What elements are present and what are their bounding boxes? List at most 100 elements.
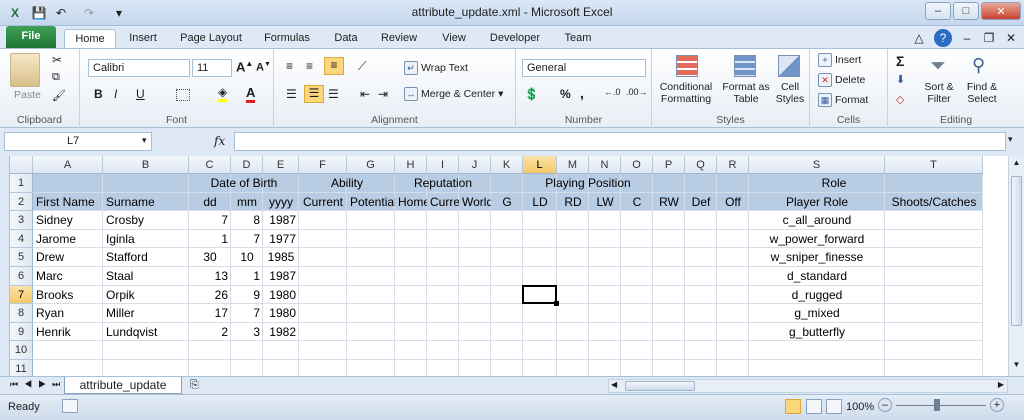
cell-mm[interactable]: 8 (231, 211, 263, 230)
column-header-i[interactable]: I (427, 156, 459, 174)
header-ability[interactable]: Ability (299, 174, 395, 193)
tab-formulas[interactable]: Formulas (258, 29, 316, 48)
column-header-f[interactable]: F (299, 156, 347, 174)
accounting-format-icon[interactable]: 💲 (524, 87, 539, 101)
cell-player-role[interactable]: c_all_around (749, 211, 885, 230)
cell-dd[interactable]: 30 (189, 248, 231, 267)
decrease-decimal-icon[interactable]: .00→ (626, 87, 648, 97)
header-reputation[interactable]: Reputation (395, 174, 491, 193)
page-break-view-icon[interactable] (826, 399, 842, 414)
merge-center-button[interactable]: ↔ Merge & Center ▾ (404, 87, 503, 101)
cell-yyyy[interactable]: 1980 (263, 304, 299, 323)
cell-first-name[interactable]: Ryan (33, 304, 103, 323)
column-header-s[interactable]: S (749, 156, 885, 174)
cell-styles-button[interactable]: Cell Styles (772, 81, 808, 105)
cell-mm[interactable]: 3 (231, 323, 263, 342)
select-all-corner[interactable] (10, 156, 33, 174)
cell-first-name[interactable]: Jarome (33, 230, 103, 249)
decrease-indent-icon[interactable]: ⇤ (360, 87, 370, 101)
expand-formula-icon[interactable]: ▾ (1008, 134, 1013, 145)
font-size-combo[interactable]: 11 (192, 59, 232, 77)
percent-button[interactable]: % (560, 87, 571, 101)
vertical-scrollbar[interactable]: ▲ ▼ (1008, 156, 1024, 376)
cell-first-name[interactable]: Brooks (33, 286, 103, 305)
header-cell[interactable]: LD (523, 193, 557, 212)
cell-surname[interactable]: Crosby (103, 211, 189, 230)
header-cell[interactable]: yyyy (263, 193, 299, 212)
column-header-q[interactable]: Q (685, 156, 717, 174)
column-header-r[interactable]: R (717, 156, 749, 174)
delete-cells-button[interactable]: ✕ Delete (818, 73, 865, 87)
row-header-1[interactable]: 1 (10, 174, 33, 193)
cell-yyyy[interactable]: 1977 (263, 230, 299, 249)
row-header-6[interactable]: 6 (10, 267, 33, 286)
column-header-e[interactable]: E (263, 156, 299, 174)
row-header-5[interactable]: 5 (10, 248, 33, 267)
tab-team[interactable]: Team (558, 29, 598, 48)
increase-indent-icon[interactable]: ⇥ (378, 87, 388, 101)
paste-icon[interactable] (10, 53, 40, 87)
insert-sheet-icon[interactable]: ⎘ (190, 379, 199, 392)
header-playing-position[interactable]: Playing Position (491, 174, 685, 193)
cell-first-name[interactable]: Marc (33, 267, 103, 286)
orientation-icon[interactable]: ⟋ (358, 59, 366, 74)
column-header-a[interactable]: A (33, 156, 103, 174)
tab-data[interactable]: Data (328, 29, 364, 48)
scroll-right-icon[interactable]: ▶ (998, 380, 1004, 389)
fill-handle[interactable] (554, 301, 559, 307)
cell-surname[interactable]: Orpik (103, 286, 189, 305)
zoom-slider[interactable] (896, 405, 986, 406)
cell-surname[interactable]: Iginla (103, 230, 189, 249)
cell-first-name[interactable]: Sidney (33, 211, 103, 230)
align-right-icon[interactable]: ☰ (328, 87, 339, 101)
header-role[interactable]: Role (685, 174, 983, 193)
cell-surname[interactable]: Lundqvist (103, 323, 189, 342)
cell-mm[interactable]: 7 (231, 230, 263, 249)
doc-minimize-icon[interactable]: – (958, 29, 976, 47)
minimize-button[interactable]: – (925, 2, 951, 20)
row-header-3[interactable]: 3 (10, 211, 33, 230)
scroll-down-icon[interactable]: ▼ (1010, 360, 1023, 374)
cell-yyyy[interactable]: 1987 (263, 211, 299, 230)
conditional-formatting-icon[interactable] (676, 55, 698, 77)
zoom-in-icon[interactable]: + (990, 398, 1004, 412)
cell-player-role[interactable]: d_standard (749, 267, 885, 286)
zoom-level[interactable]: 100% (846, 401, 874, 413)
scroll-up-icon[interactable]: ▲ (1010, 158, 1023, 172)
name-box[interactable]: L7 (4, 132, 152, 151)
shrink-font-icon[interactable]: A▼ (256, 61, 271, 74)
row-header-4[interactable]: 4 (10, 229, 33, 249)
copy-icon[interactable]: ⧉ (52, 71, 60, 84)
horizontal-scrollbar[interactable]: ◀ ▶ (608, 379, 1008, 393)
header-cell[interactable]: Home (395, 193, 427, 212)
page-layout-view-icon[interactable] (806, 399, 822, 414)
header-cell[interactable]: mm (231, 193, 263, 212)
header-cell[interactable]: Current (427, 193, 459, 212)
normal-view-icon[interactable] (785, 399, 801, 414)
column-header-b[interactable]: B (103, 156, 189, 174)
tab-file[interactable]: File (6, 26, 56, 48)
cut-icon[interactable]: ✂ (52, 53, 62, 67)
clear-icon[interactable]: ◇ (896, 93, 904, 106)
cell-dd[interactable]: 13 (189, 267, 231, 286)
maximize-button[interactable]: □ (953, 2, 979, 20)
find-select-button[interactable]: Find & Select (962, 81, 1002, 105)
vertical-scroll-thumb[interactable] (1011, 176, 1022, 326)
cell-surname[interactable]: Staal (103, 267, 189, 286)
header-cell[interactable]: RW (653, 193, 685, 212)
header-cell[interactable]: World (459, 193, 491, 212)
cell-mm[interactable]: 7 (231, 304, 263, 323)
header-cell[interactable]: Surname (103, 193, 189, 212)
header-cell[interactable]: Def (685, 193, 717, 212)
cell-dd[interactable]: 26 (189, 286, 231, 305)
header-date-of-birth[interactable]: Date of Birth (189, 174, 299, 193)
comma-button[interactable]: , (580, 85, 584, 101)
cell-player-role[interactable]: d_rugged (749, 286, 885, 305)
cell-dd[interactable]: 1 (189, 230, 231, 249)
column-header-o[interactable]: O (621, 156, 653, 174)
insert-function-button[interactable]: fx (214, 134, 225, 148)
wrap-text-button[interactable]: ↵ Wrap Text (404, 61, 468, 75)
cell-player-role[interactable]: w_sniper_finesse (749, 248, 885, 267)
column-header-d[interactable]: D (231, 156, 263, 174)
cell-mm[interactable]: 1 (231, 267, 263, 286)
